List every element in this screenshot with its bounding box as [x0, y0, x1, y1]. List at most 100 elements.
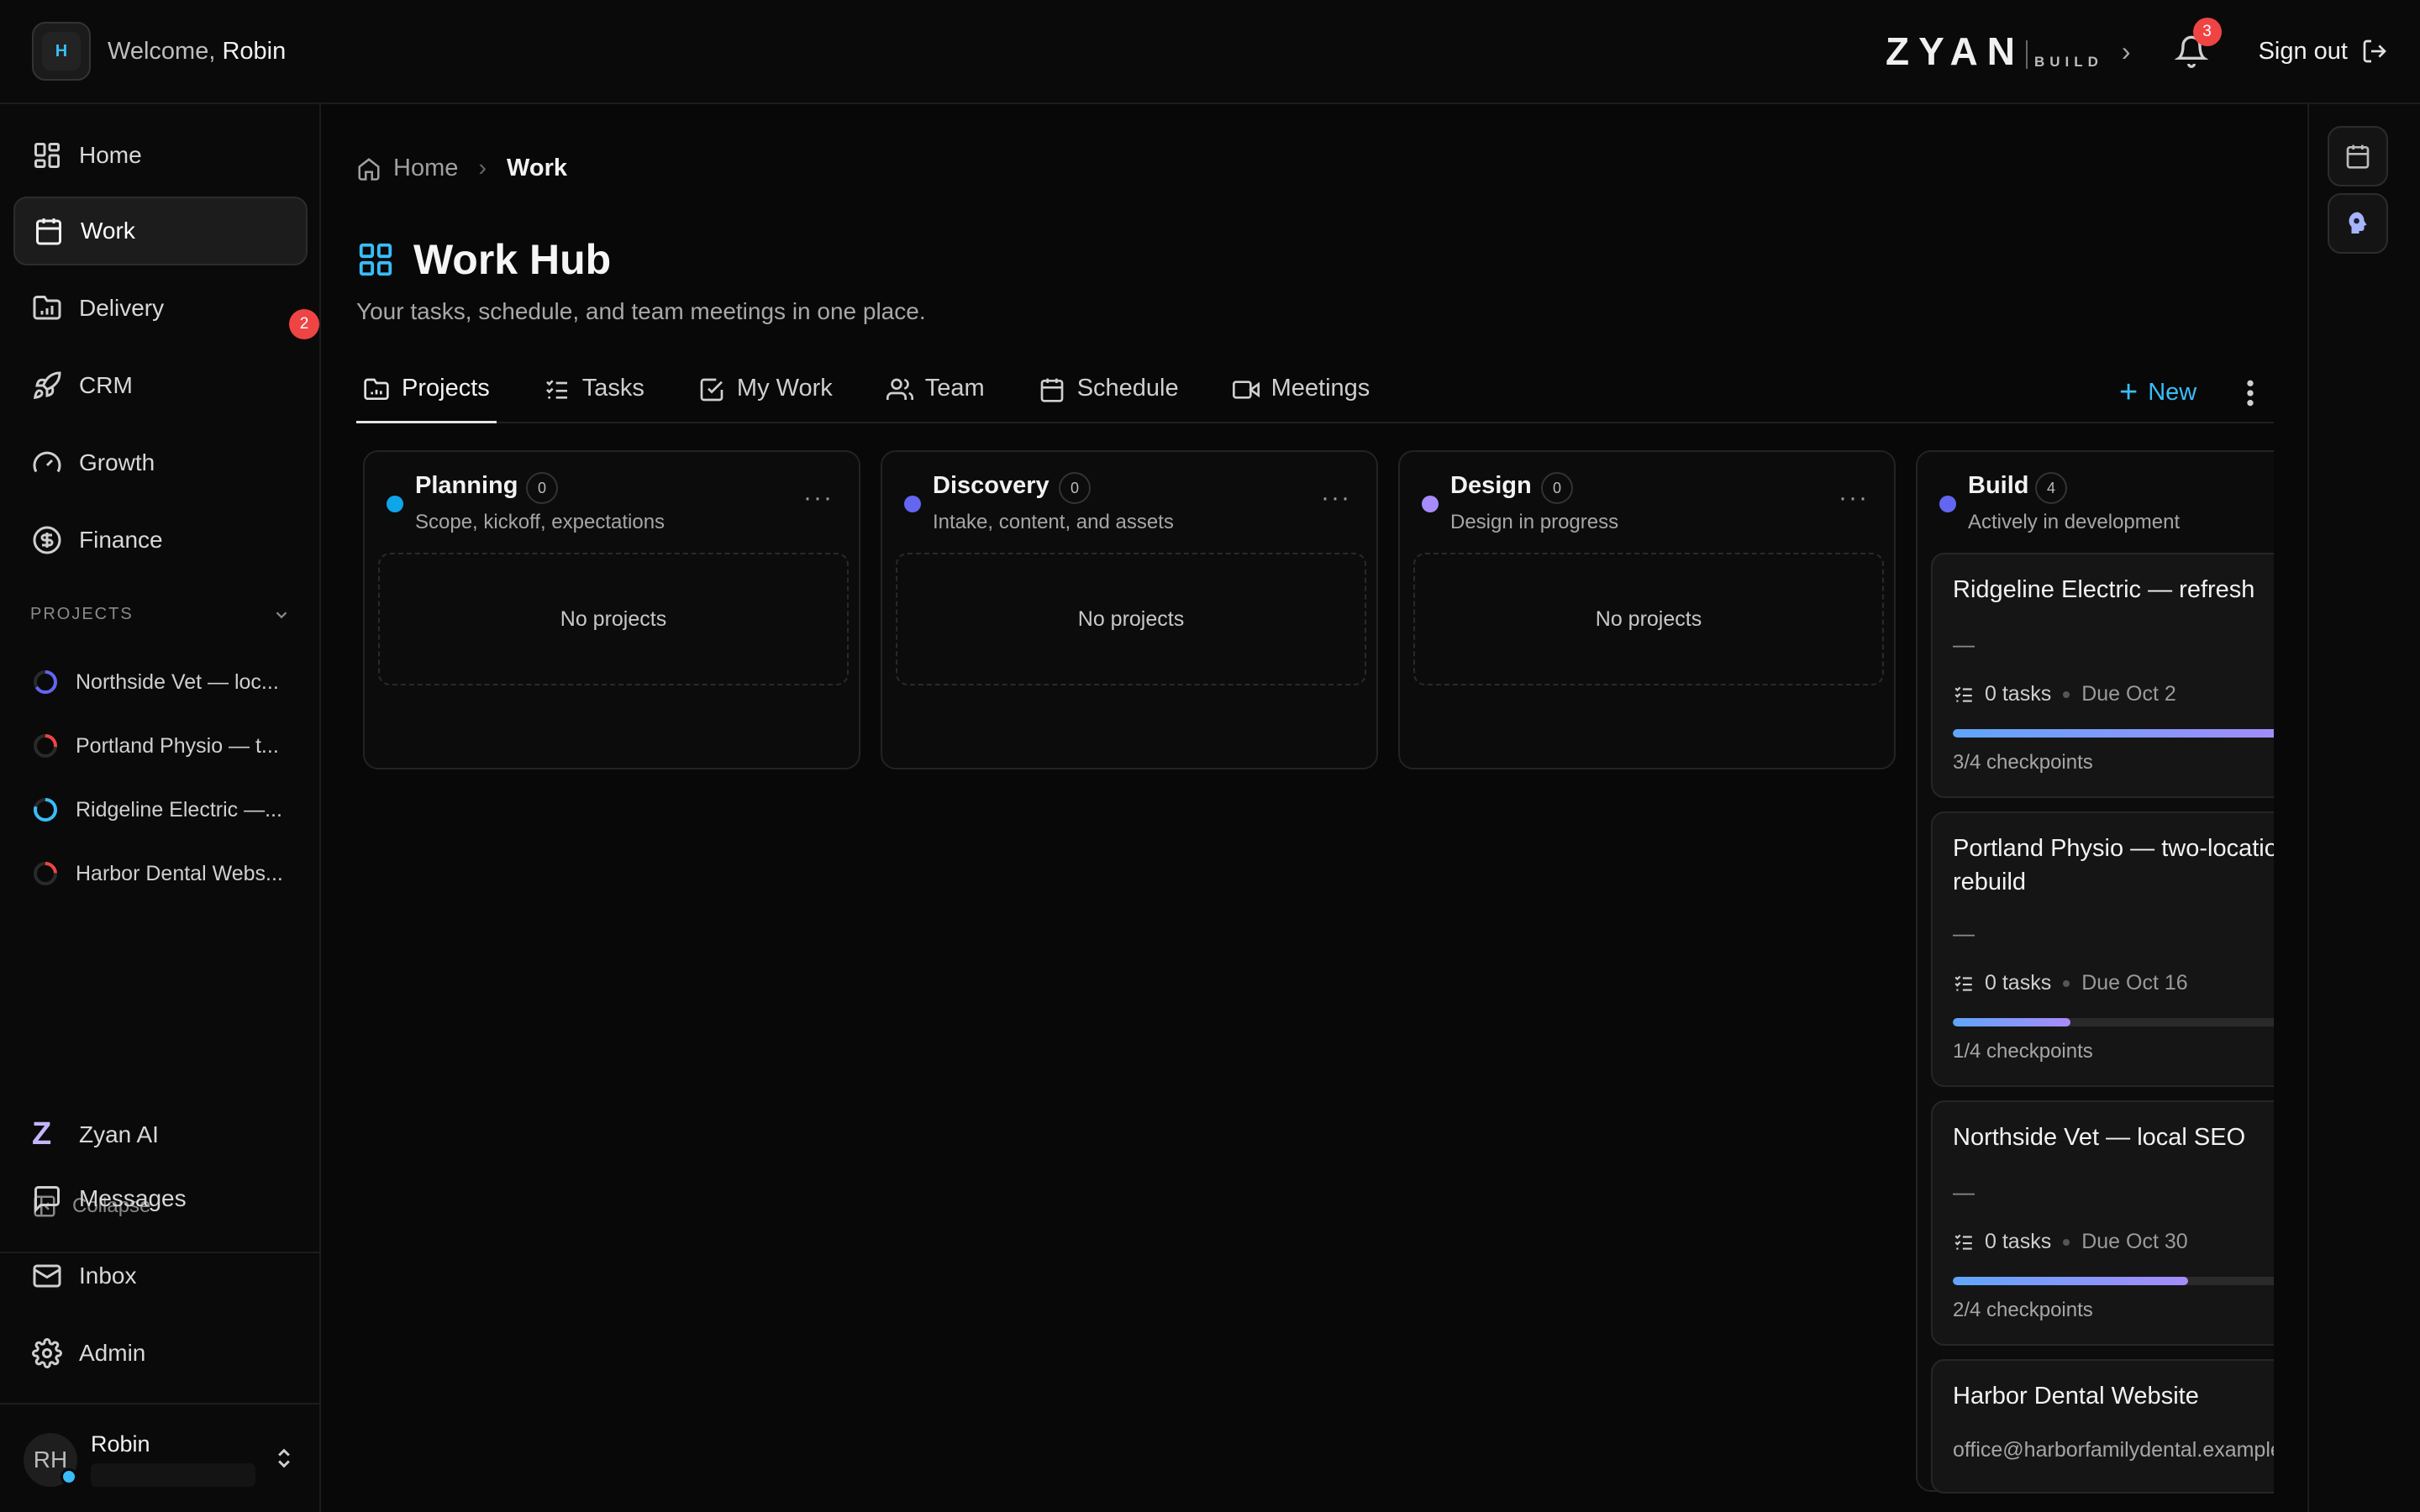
tab-tasks[interactable]: Tasks — [537, 370, 651, 423]
sidebar-item-home[interactable]: Home — [13, 121, 308, 190]
column-color-dot — [1939, 496, 1956, 512]
column-color-dot — [387, 496, 403, 512]
project-card[interactable]: Harbor Dental Website office@harborfamil… — [1931, 1359, 2274, 1494]
sidebar-item-label: Work — [81, 218, 135, 244]
checkpoint-progress-bar — [1953, 729, 2274, 738]
column-empty-state: No projects — [896, 553, 1366, 685]
column-menu-icon[interactable]: ··· — [1839, 484, 1869, 512]
sidebar-item-inbox[interactable]: Inbox — [13, 1242, 308, 1310]
calendar-icon — [1040, 378, 1064, 402]
brand-logo[interactable]: ZYAN BUILD — [1886, 32, 2103, 71]
sidebar-item-label: Messages — [79, 1185, 187, 1211]
card-meta: 0 tasks Due Oct 2 — [1953, 682, 2176, 706]
users-icon — [886, 378, 913, 400]
tab-schedule[interactable]: Schedule — [1032, 370, 1186, 423]
projects-section-header[interactable]: PROJECTS — [30, 605, 291, 624]
sidebar-item-work[interactable]: Work — [13, 197, 308, 265]
column-header: Build 4 Actively in development — [1918, 452, 2274, 553]
progress-ring-icon — [34, 798, 57, 822]
tab-label: Projects — [402, 375, 490, 402]
notifications-button[interactable]: 3 — [2174, 18, 2222, 68]
list-check-icon — [1954, 975, 1972, 991]
column-description: Scope, kickoff, expectations — [415, 511, 666, 533]
column-header: Design 0 Design in progress ··· — [1400, 452, 1894, 553]
card-title: Northside Vet — local SEO — [1953, 1124, 2246, 1151]
tab-meetings[interactable]: Meetings — [1226, 370, 1377, 423]
sidebar-item-delivery[interactable]: Delivery 2 — [13, 274, 319, 343]
project-card[interactable]: Northside Vet — local SEO — 0 tasks Due … — [1931, 1100, 2274, 1346]
card-contact-email: office@harborfamilydental.example — [1953, 1438, 2274, 1462]
sidebar-project-item[interactable]: Ridgeline Electric —... — [32, 793, 292, 827]
org-initial: H — [42, 32, 81, 71]
checkpoint-progress-fill — [1953, 1018, 2070, 1026]
app-root: H Welcome, Robin ZYAN BUILD › 3 Sign out — [0, 0, 2420, 1512]
card-description: — — [1953, 632, 1975, 657]
column-header: Planning 0 Scope, kickoff, expectations … — [365, 452, 859, 553]
column-title: Planning — [415, 472, 518, 499]
more-vertical-icon[interactable] — [2240, 376, 2260, 410]
chevron-down-icon — [276, 611, 287, 618]
column-menu-icon[interactable]: ··· — [803, 484, 834, 512]
sidebar-project-label: Harbor Dental Webs... — [76, 861, 283, 885]
sidebar-item-admin[interactable]: Admin — [13, 1319, 308, 1388]
sidebar-item-finance[interactable]: Finance — [13, 506, 308, 575]
org-switcher[interactable]: H — [32, 22, 91, 81]
column-count: 4 — [2035, 472, 2067, 504]
tab-bar: Projects Tasks My Work Team Schedule Mee… — [356, 370, 2274, 423]
sidebar-item-growth[interactable]: Growth — [13, 428, 308, 497]
card-task-count: 0 tasks — [1985, 1230, 2052, 1253]
project-card[interactable]: Ridgeline Electric — refresh — 0 tasks D… — [1931, 553, 2274, 798]
dollar-circle-icon — [33, 526, 61, 554]
grid-icon — [359, 243, 392, 276]
sidebar-project-item[interactable]: Northside Vet — loc... — [32, 665, 292, 699]
tab-team[interactable]: Team — [880, 370, 992, 423]
ai-assistant-button[interactable] — [2328, 193, 2388, 254]
zyan-ai-label: Zyan AI — [79, 1121, 159, 1147]
presence-dot — [60, 1468, 77, 1485]
project-card[interactable]: Portland Physio — two-location rebuild —… — [1931, 811, 2274, 1087]
column-description: Design in progress — [1450, 511, 1619, 533]
checkpoint-progress-fill — [1953, 729, 2274, 738]
card-checkpoints: 3/4 checkpoints — [1953, 751, 2093, 774]
column-count: 0 — [1541, 472, 1573, 504]
chevrons-up-down-icon[interactable] — [272, 1443, 296, 1473]
tab-label: Meetings — [1270, 375, 1370, 402]
sidebar-item-crm[interactable]: CRM — [13, 351, 308, 420]
tab-my-work[interactable]: My Work — [692, 370, 839, 423]
tab-label: Team — [924, 375, 985, 402]
sidebar-project-item[interactable]: Harbor Dental Webs... — [32, 857, 292, 890]
calendar-panel-button[interactable] — [2328, 126, 2388, 186]
right-rail — [2307, 104, 2420, 1512]
column-description: Intake, content, and assets — [933, 511, 1174, 533]
column-menu-icon[interactable]: ··· — [1321, 484, 1351, 512]
breadcrumb-home-link[interactable]: Home — [393, 155, 458, 182]
video-icon — [1232, 381, 1260, 399]
gear-icon — [32, 1338, 62, 1368]
chevron-right-icon: › — [478, 155, 487, 181]
sidebar-project-item[interactable]: Portland Physio — t... — [32, 729, 292, 763]
rocket-icon — [33, 371, 61, 400]
folder-chart-icon — [33, 296, 61, 320]
notifications-badge: 3 — [2192, 18, 2222, 46]
card-description: — — [1953, 921, 1975, 946]
card-task-count: 0 tasks — [1985, 971, 2052, 995]
logo-sub: BUILD — [2033, 54, 2103, 70]
card-meta: 0 tasks Due Oct 30 — [1953, 1230, 2188, 1254]
home-icon[interactable] — [356, 156, 381, 181]
page-subtitle: Your tasks, schedule, and team meetings … — [356, 298, 926, 324]
progress-ring-icon — [34, 670, 57, 694]
gauge-icon — [33, 451, 61, 473]
sign-out-button[interactable]: Sign out — [2259, 38, 2388, 66]
tab-projects[interactable]: Projects — [356, 370, 497, 423]
sidebar-item-messages[interactable]: Messages — [13, 1164, 308, 1233]
checkpoint-progress-fill — [1953, 1277, 2188, 1285]
folder-icon — [364, 378, 389, 400]
new-button[interactable]: + New — [2119, 376, 2196, 408]
grid-icon — [34, 143, 60, 168]
sidebar-item-label: CRM — [79, 372, 133, 398]
column-empty-state: No projects — [378, 553, 849, 685]
chevron-right-icon[interactable]: › — [2122, 38, 2131, 65]
column-color-dot — [904, 496, 921, 512]
breadcrumb: Home › Work — [356, 155, 567, 182]
zyan-ai-button[interactable]: Z Zyan AI — [32, 1116, 159, 1152]
